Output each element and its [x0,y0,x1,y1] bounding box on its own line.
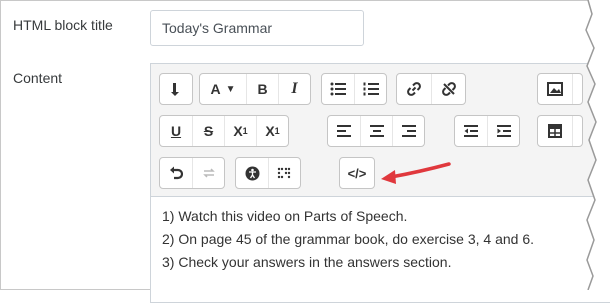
indent-icon [496,125,511,137]
subscript-button[interactable]: X1 [224,116,256,146]
underline-button[interactable]: U [160,116,192,146]
align-right-icon [401,125,416,137]
toolbar-group-table [537,115,583,147]
toolbar-group-collapse [159,73,193,105]
content-line: 3) Check your answers in the answers sec… [162,254,452,270]
superscript-mark: 1 [274,126,280,136]
braille-dots-icon [277,167,290,179]
superscript-label: X [265,123,275,139]
toolbar-group-align [327,115,425,147]
toolbar-group-media [537,73,583,105]
unordered-list-button[interactable] [322,74,354,104]
indent-button[interactable] [487,116,519,146]
annotation-arrow [381,162,451,184]
ordered-list-button[interactable] [354,74,386,104]
font-color-label: A [210,81,221,97]
toolbar-group-indent [454,115,520,147]
html-source-button[interactable]: </> [340,158,374,188]
more-table-button[interactable] [572,116,582,146]
insert-image-button[interactable] [538,74,572,104]
toolbar-group-history [159,157,225,189]
outdent-icon [464,125,478,137]
link-button[interactable] [397,74,431,104]
toolbar-group-lists [321,73,387,105]
font-color-button[interactable]: A ▼ [200,74,246,104]
html-block-title-input[interactable]: Today's Grammar [150,10,364,46]
content-line: 2) On page 45 of the grammar book, do ex… [162,231,534,247]
outdent-button[interactable] [455,116,487,146]
chevron-down-icon: ▼ [225,83,236,95]
toolbar-group-links [396,73,466,105]
unlink-button[interactable] [431,74,465,104]
arrow-down-icon [171,83,179,96]
subscript-label: X [233,123,243,139]
unlink-icon [441,82,456,96]
accessibility-checker-button[interactable] [236,158,268,188]
align-center-icon [369,125,384,137]
numbered-list-icon [363,82,379,96]
editor-content-area[interactable]: 1) Watch this video on Parts of Speech. … [151,197,610,282]
toolbar-group-format: U S X1 X1 [159,115,289,147]
align-right-button[interactable] [392,116,424,146]
content-editor: A ▼ B I U S X 1 X 1 </> 1) Watch this vi… [150,63,610,303]
content-label: Content [13,70,63,86]
table-icon [548,124,562,138]
toggle-toolbar-button[interactable] [160,74,192,104]
toolbar-group-accessibility [235,157,301,189]
align-left-button[interactable] [328,116,360,146]
subscript-mark: 1 [242,126,248,136]
bold-button[interactable]: B [246,74,278,104]
italic-button[interactable]: I [278,74,310,104]
undo-button[interactable] [160,158,192,188]
redo-button[interactable] [192,158,224,188]
table-button[interactable] [538,116,572,146]
more-media-button[interactable] [572,74,582,104]
toolbar-group-style: A ▼ B I [199,73,311,105]
toolbar-group-html: </> [339,157,375,189]
editor-toolbar: A ▼ B I U S X 1 X 1 </> [151,64,610,197]
image-icon [547,82,563,96]
align-center-button[interactable] [360,116,392,146]
html-block-title-label: HTML block title [13,17,113,33]
accessibility-icon [245,166,259,180]
bulleted-list-icon [330,82,346,96]
screenreader-helper-button[interactable] [268,158,300,188]
content-line: 1) Watch this video on Parts of Speech. [162,208,408,224]
redo-icon [202,168,215,178]
link-icon [407,82,421,96]
align-left-icon [337,125,351,137]
superscript-button[interactable]: X1 [256,116,288,146]
undo-icon [170,166,183,180]
strikethrough-button[interactable]: S [192,116,224,146]
